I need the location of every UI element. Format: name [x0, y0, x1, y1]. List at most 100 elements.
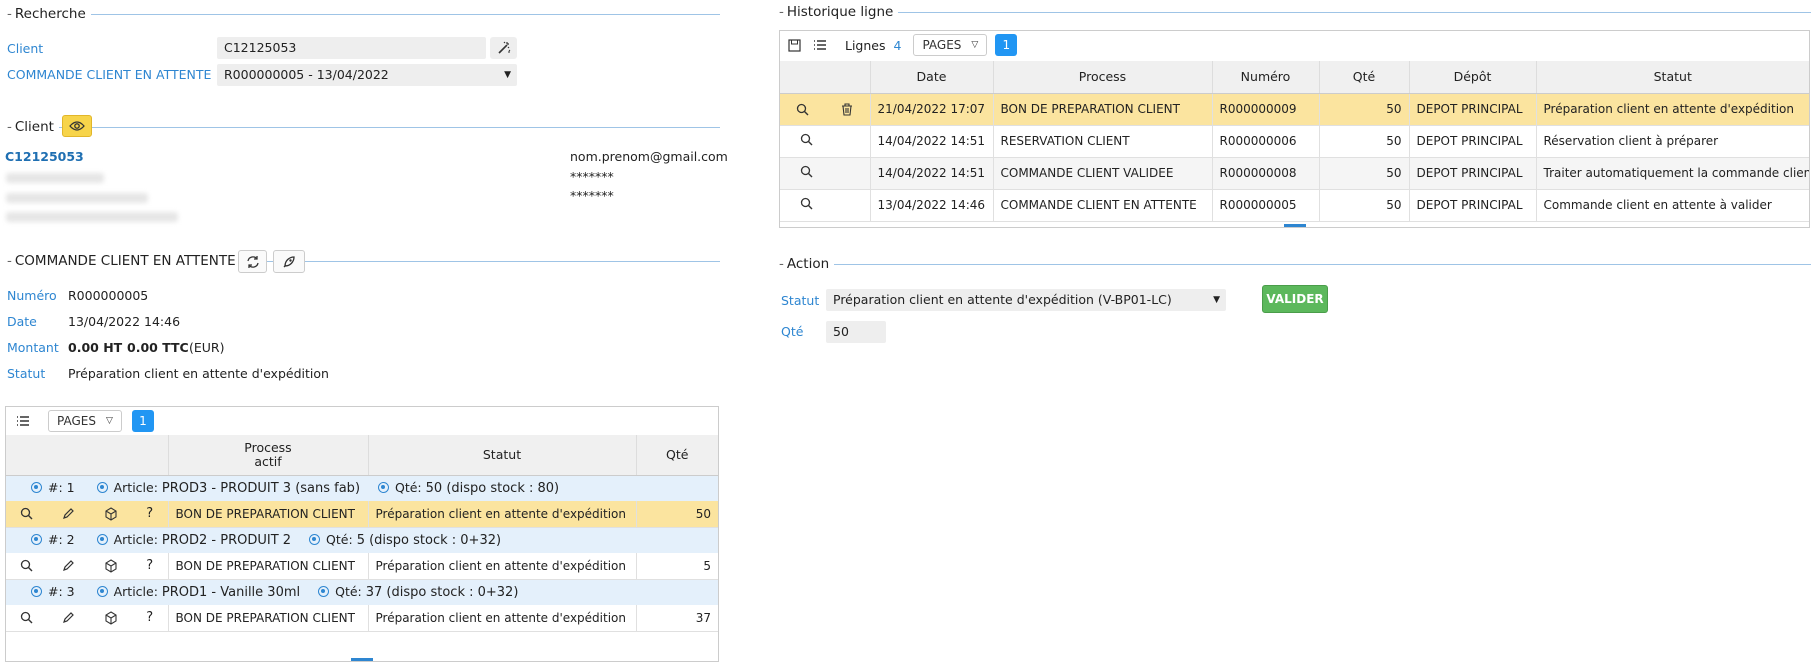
- show-client-button[interactable]: [62, 115, 92, 137]
- list-icon[interactable]: [813, 39, 827, 51]
- row-actions: ?: [6, 605, 169, 632]
- group-num-label: #:: [48, 532, 63, 548]
- group-qte: 50 (dispo stock : 80): [425, 481, 560, 497]
- pencil-icon[interactable]: [62, 611, 75, 624]
- row-actions: [780, 93, 871, 126]
- lines-table: Process actif Statut Qté #: 1 Article: PR…: [6, 435, 718, 632]
- radio-icon[interactable]: [96, 534, 108, 546]
- row-actions: [780, 157, 871, 190]
- page-1-button[interactable]: 1: [131, 410, 154, 432]
- eye-icon: [69, 121, 85, 131]
- action-statut-label: Statut: [781, 293, 820, 308]
- lines-scrollbar[interactable]: [351, 658, 373, 661]
- group-qte: 37 (dispo stock : 0+32): [365, 585, 519, 601]
- client-search-input[interactable]: C12125053: [217, 37, 486, 59]
- client-phone-masked: *******: [570, 169, 614, 184]
- row-process: COMMANDE CLIENT VALIDEE: [993, 157, 1213, 190]
- search-icon[interactable]: [796, 103, 809, 116]
- row-qte: 5: [636, 553, 718, 580]
- save-icon[interactable]: [788, 38, 801, 52]
- client-city-blurred: [6, 212, 178, 222]
- launch-button[interactable]: [273, 250, 305, 273]
- th-qte: Qté: [1319, 61, 1410, 94]
- recherche-title: Recherche: [14, 6, 86, 22]
- pages-select[interactable]: PAGES ▽: [913, 34, 988, 56]
- group-qte-label: Qté:: [395, 480, 422, 496]
- pencil-icon[interactable]: [62, 507, 75, 520]
- row-numero: R000000008: [1212, 157, 1320, 190]
- pencil-icon[interactable]: [62, 559, 75, 572]
- radio-icon[interactable]: [31, 482, 42, 494]
- box-icon[interactable]: [104, 559, 118, 573]
- row-numero: R000000009: [1212, 93, 1320, 126]
- search-icon[interactable]: [20, 611, 33, 624]
- th-process-line2: actif: [254, 453, 282, 469]
- action-title: Action: [786, 256, 830, 272]
- row-qte: 37: [636, 605, 718, 632]
- date-value: 13/04/2022 14:46: [68, 314, 181, 329]
- row-date: 21/04/2022 17:07: [870, 93, 994, 126]
- radio-icon[interactable]: [378, 482, 389, 494]
- magic-wand-icon: [497, 41, 510, 54]
- historique-scrollbar[interactable]: [1284, 224, 1306, 227]
- page-1-button[interactable]: 1: [995, 34, 1018, 56]
- row-numero: R000000005: [1212, 189, 1320, 222]
- historique-row-1[interactable]: 21/04/2022 17:07 BON DE PREPARATION CLIE…: [780, 93, 1809, 126]
- numero-label: Numéro: [7, 288, 57, 303]
- action-statut-select[interactable]: Préparation client en attente d'expéditi…: [826, 289, 1226, 311]
- row-date: 14/04/2022 14:51: [870, 125, 994, 158]
- triangle-down-icon: ▽: [105, 416, 113, 426]
- help-icon[interactable]: ?: [146, 610, 153, 625]
- row-statut: Commande client en attente à valider: [1536, 189, 1809, 222]
- commande-title: COMMANDE CLIENT EN ATTENTE: [14, 253, 236, 269]
- refresh-button[interactable]: [238, 250, 267, 273]
- group-qte-label: Qté:: [326, 532, 353, 548]
- rocket-icon: [283, 255, 295, 267]
- trash-icon[interactable]: [841, 102, 853, 116]
- historique-row-2[interactable]: 14/04/2022 14:51 RESERVATION CLIENT R000…: [780, 125, 1809, 158]
- radio-icon[interactable]: [31, 586, 42, 598]
- box-icon[interactable]: [104, 507, 118, 521]
- action-qte-input[interactable]: 50: [826, 321, 886, 343]
- montant-devise: (EUR): [189, 340, 225, 355]
- radio-icon[interactable]: [309, 534, 321, 546]
- montant-ht: 0.00 HT: [68, 340, 123, 355]
- group-qte-label: Qté:: [335, 584, 362, 600]
- help-icon[interactable]: ?: [146, 506, 153, 521]
- commande-select[interactable]: R000000005 - 13/04/2022 ▼: [217, 64, 517, 86]
- th-process-line1: Process: [244, 439, 292, 455]
- search-icon[interactable]: [20, 507, 33, 520]
- historique-row-3[interactable]: 14/04/2022 14:51 COMMANDE CLIENT VALIDEE…: [780, 157, 1809, 190]
- search-icon[interactable]: [800, 165, 813, 178]
- row-qte: 50: [1319, 125, 1410, 158]
- search-icon[interactable]: [20, 559, 33, 572]
- valider-button[interactable]: VALIDER: [1262, 285, 1328, 313]
- box-icon[interactable]: [104, 611, 118, 625]
- group-article: PROD3 - PRODUIT 3 (sans fab): [161, 481, 361, 497]
- search-icon[interactable]: [800, 197, 813, 210]
- client-code[interactable]: C12125053: [5, 149, 84, 164]
- th-depot: Dépôt: [1409, 61, 1537, 94]
- help-icon[interactable]: ?: [146, 558, 153, 573]
- radio-icon[interactable]: [318, 586, 330, 598]
- historique-row-4[interactable]: 13/04/2022 14:46 COMMANDE CLIENT EN ATTE…: [780, 189, 1809, 222]
- montant-label: Montant: [7, 340, 59, 355]
- th-process: Process: [993, 61, 1213, 94]
- group-article-label: Article:: [113, 584, 158, 600]
- historique-panel: Lignes 4 PAGES ▽ 1 Date Process Numéro Qt…: [779, 30, 1810, 228]
- group-qte: 5 (dispo stock : 0+32): [356, 533, 502, 549]
- search-icon[interactable]: [800, 133, 813, 146]
- radio-icon[interactable]: [96, 482, 108, 494]
- pages-select[interactable]: PAGES ▽: [48, 410, 122, 432]
- magic-wand-button[interactable]: [490, 37, 517, 59]
- row-process: BON DE PREPARATION CLIENT: [168, 501, 369, 528]
- list-icon[interactable]: [16, 415, 30, 427]
- line-row-3[interactable]: ? BON DE PREPARATION CLIENT Préparation …: [6, 605, 718, 632]
- th-numero: Numéro: [1212, 61, 1320, 94]
- radio-icon[interactable]: [96, 586, 108, 598]
- client-mobile-masked: *******: [570, 188, 614, 203]
- radio-icon[interactable]: [31, 534, 42, 546]
- line-row-2[interactable]: ? BON DE PREPARATION CLIENT Préparation …: [6, 553, 718, 580]
- row-process: BON DE PREPARATION CLIENT: [993, 93, 1213, 126]
- line-row-1[interactable]: ? BON DE PREPARATION CLIENT Préparation …: [6, 501, 718, 528]
